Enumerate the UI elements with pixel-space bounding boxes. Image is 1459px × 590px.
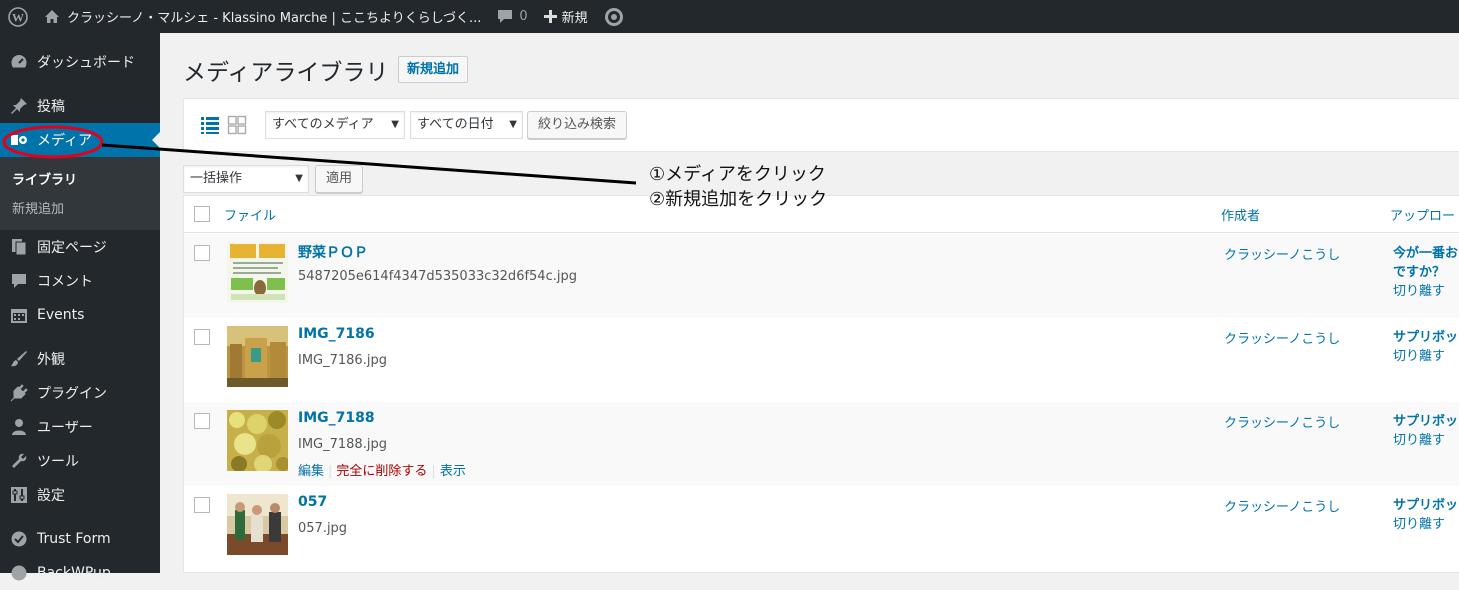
annotation-step-2: ②新規追加をクリック (649, 189, 828, 210)
annotation-overlay (2, 125, 637, 185)
highlight-ellipse (2, 125, 104, 159)
annotation-step-1: ①メディアをクリック (649, 164, 826, 185)
pointer-line (101, 143, 637, 185)
